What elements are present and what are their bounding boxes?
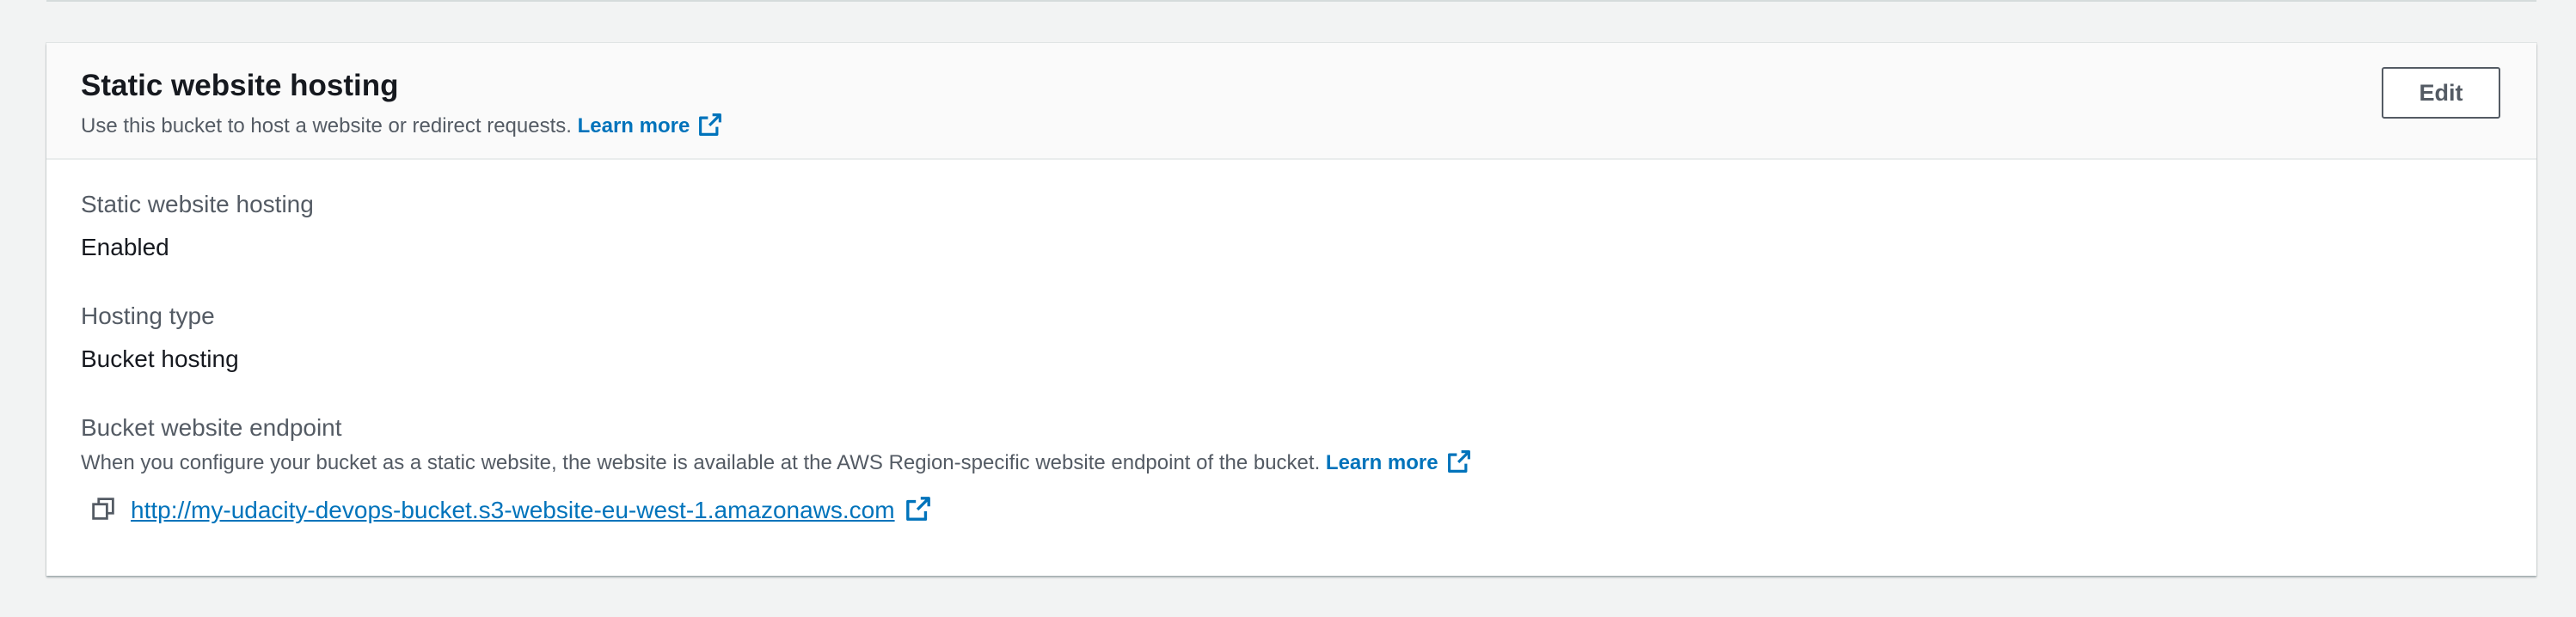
external-link-icon[interactable] <box>698 113 722 145</box>
panel-description-text: Use this bucket to host a website or red… <box>81 114 572 137</box>
panel-description: Use this bucket to host a website or red… <box>81 112 722 145</box>
endpoint-url-link[interactable]: http://my-udacity-devops-bucket.s3-websi… <box>131 495 895 526</box>
hosting-type-value: Bucket hosting <box>81 345 239 372</box>
panel-header: Static website hosting Use this bucket t… <box>46 43 2536 160</box>
copy-icon[interactable] <box>91 497 115 525</box>
panel-title: Static website hosting <box>81 69 399 102</box>
edit-button[interactable]: Edit <box>2382 67 2500 119</box>
endpoint-description: When you configure your bucket as a stat… <box>81 449 1471 482</box>
static-website-hosting-panel: Static website hosting Use this bucket t… <box>46 43 2536 576</box>
top-divider <box>46 0 2536 2</box>
hosting-label: Static website hosting <box>81 191 314 217</box>
external-link-icon[interactable] <box>905 496 931 526</box>
hosting-type-label: Hosting type <box>81 302 215 329</box>
hosting-value: Enabled <box>81 234 169 260</box>
learn-more-link[interactable]: Learn more <box>578 114 690 137</box>
endpoint-learn-more-link[interactable]: Learn more <box>1326 451 1438 474</box>
endpoint-row: http://my-udacity-devops-bucket.s3-websi… <box>91 493 931 528</box>
endpoint-description-text: When you configure your bucket as a stat… <box>81 451 1321 474</box>
endpoint-label: Bucket website endpoint <box>81 414 342 441</box>
external-link-icon[interactable] <box>1447 449 1471 482</box>
